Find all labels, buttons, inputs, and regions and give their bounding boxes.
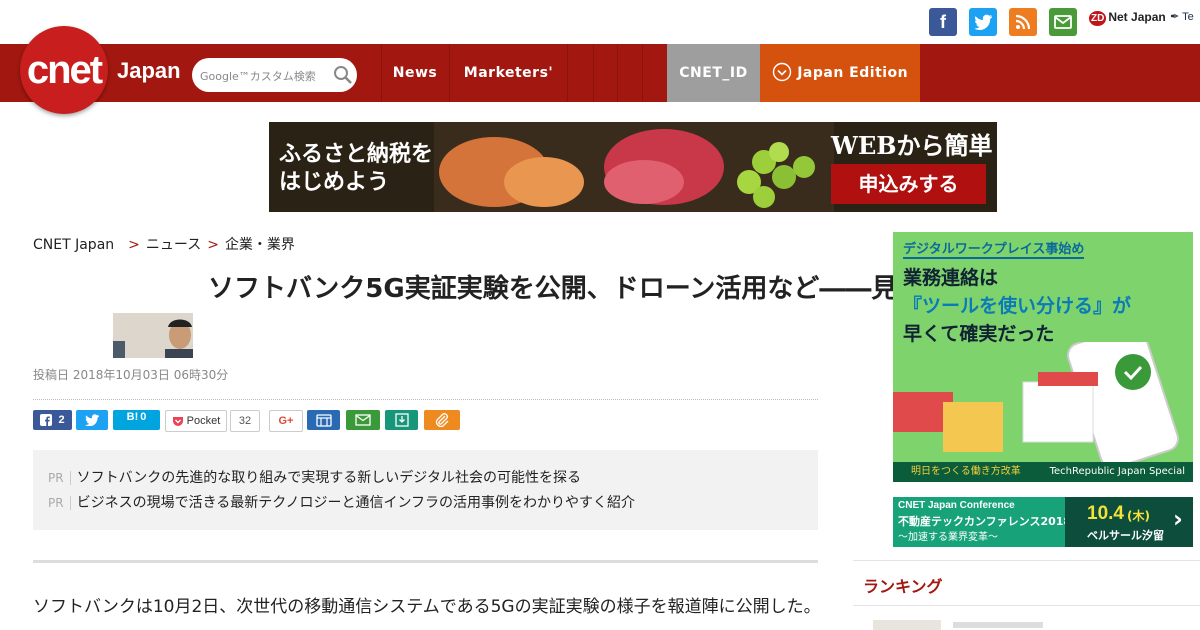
clip-button[interactable] [424,410,460,430]
breadcrumb-news[interactable]: ニュース [146,237,201,253]
hatena-bookmark-button[interactable]: B! 0 [113,410,160,430]
facebook-count: 2 [58,414,65,426]
techrepublic-label: Te [1182,11,1194,23]
ranking-item-placeholder[interactable] [953,622,1043,628]
ranking-title: ランキング [863,577,943,596]
ad1-footer-right: TechRepublic Japan Special [1049,466,1185,477]
pocket-label: Pocket [186,415,221,427]
chevron-down-circle-icon [772,62,792,82]
download-icon [394,413,409,427]
sidebar-ad-workplace[interactable]: デジタルワークプレイス事始め 業務連絡は 『ツールを使い分ける』が 早くて確実だ… [893,232,1193,482]
banner-line-2: はじめよう [279,169,390,195]
banner-line-1: ふるさと納税を [279,141,434,167]
ad2-venue: ベルサール汐留 [1087,529,1164,542]
banner-ad[interactable]: ふるさと納税を はじめよう WEBから簡単 申込みする [269,122,997,212]
nav-separator [642,44,643,102]
divider [33,399,818,400]
pocket-count: 32 [230,410,260,432]
hatena-count: 0 [140,411,147,423]
ad2-day: (木) [1127,509,1150,523]
breadcrumb-industry[interactable]: 企業・業界 [225,237,295,253]
facebook-icon [40,414,53,426]
facebook-icon[interactable]: f [929,8,957,36]
ranking-thumbnail[interactable] [873,620,941,630]
ad1-heading: デジタルワークプレイス事始め [903,238,1085,259]
banner-left-text: ふるさと納税を はじめよう [279,140,433,196]
nav-separator [593,44,594,102]
ad1-line-1: 業務連絡は [903,267,999,289]
print-button[interactable] [307,410,340,430]
nav-news[interactable]: News [382,44,448,102]
utility-bar: f ZD Net Japan ✒ Te [0,0,1200,44]
facebook-share-button[interactable]: 2 [33,410,72,430]
ad2-date: 10.4 [1087,503,1124,524]
logo-suffix[interactable]: Japan [117,58,181,84]
nav-marketers[interactable]: Marketers' [450,44,567,102]
mail-icon[interactable] [1049,8,1077,36]
mail-icon [355,414,371,426]
google-plus-button[interactable]: G+ [269,410,303,432]
ad2-line-2: 不動産テックカンファレンス2018 [898,515,1072,528]
chevron-right-icon: › [1173,505,1183,533]
breadcrumb-home[interactable]: CNET Japan [33,237,114,253]
article-body: ソフトバンクは10月2日、次世代の移動通信システムである5Gの実証実験の様子を報… [33,597,818,617]
zdnet-label: Net Japan [1108,10,1166,24]
pr-box: PR ソフトバンクの先進的な取り組みで実現する新しいデジタル社会の可能性を探る P… [33,450,818,530]
divider [33,560,818,563]
zdnet-badge: ZD [1089,11,1107,26]
pr-text: ビジネスの現場で活きる最新テクノロジーと通信インフラの活用事例をわかりやすく紹介 [76,495,636,511]
twitter-icon [85,414,99,426]
ad1-footer-left: 明日をつくる働き方改革 [911,466,1021,477]
zdnet-link[interactable]: ZD Net Japan [1089,10,1166,26]
banner-right-text: WEBから簡単 [831,131,993,160]
pr-link[interactable]: PR ソフトバンクの先進的な取り組みで実現する新しいデジタル社会の可能性を探る [48,467,581,487]
pocket-button[interactable]: Pocket [165,410,227,432]
twitter-share-button[interactable] [76,410,108,430]
search-box [192,58,357,92]
pr-tag: PR [48,471,71,485]
banner-food-image [434,122,834,212]
ad1-footer: 明日をつくる働き方改革 TechRepublic Japan Special [893,462,1193,482]
rss-icon[interactable] [1009,8,1037,36]
nav-cnet-id[interactable]: CNET_ID [667,44,760,102]
nav-japan-edition[interactable]: Japan Edition [760,44,920,102]
techrepublic-link[interactable]: ✒ Te [1170,10,1194,23]
breadcrumb-arrow: > [207,237,219,253]
breadcrumb: CNET Japan > ニュース > 企業・業界 [33,234,295,254]
pr-link[interactable]: PR ビジネスの現場で活きる最新テクノロジーと通信インフラの活用事例をわかりやすく… [48,492,635,512]
nav-separator [567,44,568,102]
pr-tag: PR [48,496,71,510]
author-photo [113,313,193,358]
search-icon[interactable] [333,65,353,85]
ranking-header: ランキング [853,560,1200,606]
sidebar-ad-conference[interactable]: CNET Japan Conference 不動産テックカンファレンス2018 … [893,497,1193,547]
breadcrumb-arrow: > [128,237,140,253]
nav-separator [617,44,618,102]
banner-apply-button[interactable]: 申込みする [831,164,986,204]
email-share-button[interactable] [346,410,380,430]
cnet-logo[interactable]: cnet [20,26,108,114]
save-button[interactable] [385,410,418,430]
ad2-line-1: CNET Japan Conference [898,500,1015,511]
print-icon [315,413,332,427]
ad1-message: 業務連絡は 『ツールを使い分ける』が 早くて確実だった [903,264,1131,348]
paperclip-icon [435,413,449,427]
edition-label: Japan Edition [797,65,909,81]
date-value: 2018年10月03日 06時30分 [72,368,229,382]
search-input[interactable] [198,65,330,87]
article-date: 投稿日 2018年10月03日 06時30分 [33,368,229,382]
twitter-icon[interactable] [969,8,997,36]
ad2-line-3: 〜加速する業界変革〜 [898,532,998,543]
hatena-label: B! [126,411,139,423]
ad1-line-2: 『ツールを使い分ける』が [903,295,1132,317]
logo-text: cnet [26,47,103,92]
pocket-icon [172,416,183,426]
ad2-date-block: 10.4 (木) ベルサール汐留 › [1065,497,1193,547]
ad1-illustration [893,342,1180,462]
pr-text: ソフトバンクの先進的な取り組みで実現する新しいデジタル社会の可能性を探る [76,470,581,486]
